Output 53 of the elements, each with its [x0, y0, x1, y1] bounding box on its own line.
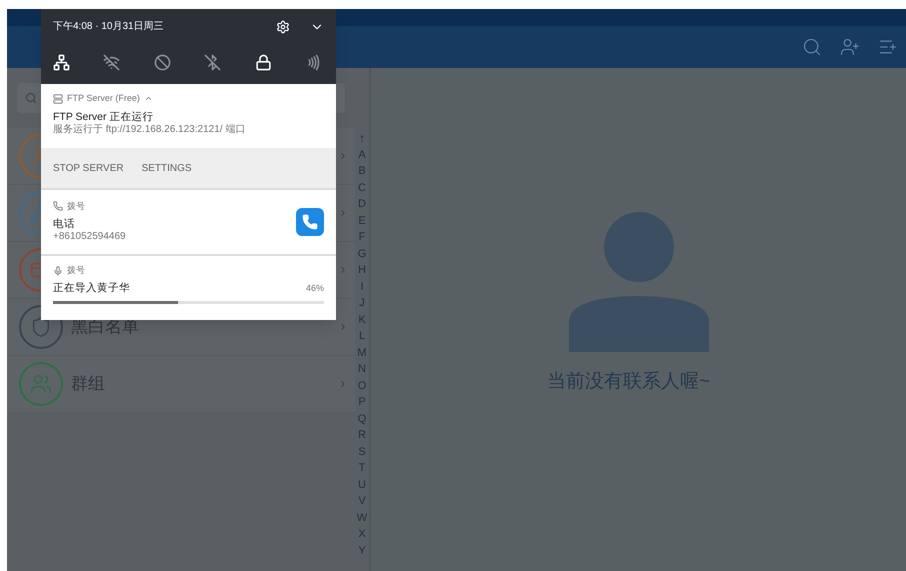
index-letter[interactable]: H [358, 262, 366, 278]
phone-app-icon [296, 208, 324, 236]
settings-icon[interactable] [276, 20, 290, 34]
index-letter[interactable]: D [358, 196, 366, 212]
index-letter[interactable]: R [358, 427, 366, 444]
index-letter[interactable]: T [358, 460, 366, 476]
index-letter[interactable]: O [358, 378, 366, 394]
index-letter[interactable]: Q [358, 410, 366, 427]
app-name: 拨号 [67, 200, 85, 212]
index-letter[interactable]: S [358, 444, 366, 460]
action-button[interactable]: SETTINGS [142, 160, 192, 176]
notification-text: 服务运行于 ftp://192.168.26.123:2121/ 端口 [53, 124, 246, 137]
notification-card[interactable]: 拨号 电话 +861052594469 [41, 190, 336, 256]
date-time: 下午4:08 · 10月31日周三 [53, 20, 165, 34]
index-letter[interactable]: J [359, 295, 365, 312]
search-icon[interactable] [802, 37, 822, 57]
index-letter[interactable]: E [358, 212, 366, 229]
app-name: FTP Server (Free) [67, 93, 140, 104]
phone-icon [53, 201, 63, 212]
index-letter[interactable]: ↑ [359, 130, 365, 146]
index-letter[interactable]: N [358, 361, 366, 378]
index-letter[interactable]: U [358, 476, 366, 493]
notification-title: FTP Server 正在运行 [53, 111, 154, 124]
index-letter[interactable]: P [358, 394, 366, 410]
index-letter[interactable]: K [358, 312, 366, 328]
index-letter[interactable]: A [358, 146, 366, 163]
index-letter[interactable]: G [358, 246, 366, 262]
app-name: 拨号 [67, 265, 85, 276]
notification-title: 电话 [53, 218, 76, 231]
lock-icon[interactable] [254, 54, 272, 71]
index-letter[interactable]: C [358, 180, 366, 196]
bluetooth-off-icon[interactable] [204, 54, 222, 71]
notification-title: 正在导入黄子华 [53, 282, 130, 296]
action-button[interactable]: STOP SERVER [53, 160, 124, 176]
index-letter[interactable]: M [357, 344, 367, 361]
phone-number: +861052594469 [53, 230, 127, 244]
wifi-off-icon[interactable] [103, 54, 120, 71]
index-letter[interactable]: B [358, 163, 366, 180]
server-icon [53, 94, 63, 104]
index-letter[interactable]: Y [358, 542, 366, 559]
search-icon [25, 92, 37, 104]
person-silhouette-icon [568, 212, 708, 352]
index-letter[interactable]: X [358, 526, 366, 542]
index-letter[interactable]: W [356, 510, 368, 526]
index-letter[interactable]: L [358, 328, 366, 344]
index-letter[interactable]: F [358, 229, 366, 246]
add-contact-icon[interactable] [840, 37, 860, 57]
data-off-icon[interactable] [154, 54, 171, 71]
index-letter[interactable]: V [358, 493, 366, 510]
notification-card[interactable]: 拨号 正在导入黄子华 46% [41, 256, 336, 320]
index-letter[interactable]: I [360, 278, 364, 295]
progress-reading: 46% [306, 283, 324, 294]
notification-card[interactable]: FTP Server (Free) FTP Server 正在运行 服务运行于 ftp://192.168.26.123:2121/ 端口 STOP SERVER SETTINGS [41, 84, 336, 190]
